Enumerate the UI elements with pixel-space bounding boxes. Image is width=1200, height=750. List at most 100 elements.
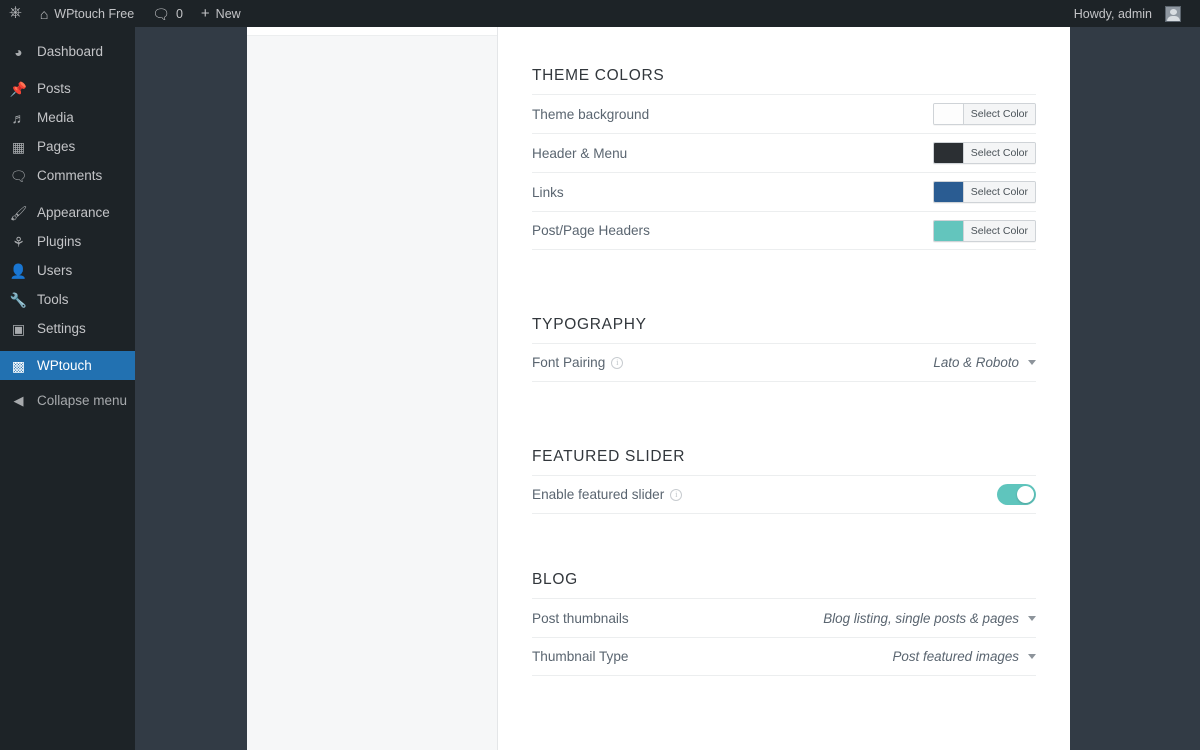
howdy-label: Howdy, admin <box>1073 6 1152 21</box>
select-thumbnail-type[interactable]: Post featured images <box>892 649 1036 664</box>
section-blog: BLOG Post thumbnails Blog listing, singl… <box>532 571 1036 676</box>
work-area: THEME COLORS Theme background Select Col… <box>135 27 1200 750</box>
comments-bubble[interactable]: 🗨 0 <box>143 0 192 27</box>
sidebar-item-appearance[interactable]: 🖌 Appearance <box>0 198 135 227</box>
paintbrush-icon: 🖌 <box>9 204 28 221</box>
section-featured-slider: FEATURED SLIDER Enable featured slider i <box>532 448 1036 514</box>
color-picker-links[interactable]: Select Color <box>932 181 1036 203</box>
user-icon: 👤 <box>9 262 28 279</box>
plus-icon: + <box>200 5 210 22</box>
setting-row-links: Links Select Color <box>532 172 1036 211</box>
setting-label: Links <box>532 184 564 200</box>
sidebar-item-label: Media <box>37 110 74 125</box>
admin-bar-right: Howdy, admin <box>1065 0 1200 27</box>
sidebar-item-label: Users <box>37 263 73 278</box>
site-name-menu[interactable]: ⌂ WPtouch Free <box>31 0 143 27</box>
setting-label: Font Pairing <box>532 355 606 370</box>
section-rows: Theme background Select Color Header & M… <box>532 94 1036 250</box>
sidebar-item-label: Plugins <box>37 234 82 249</box>
setting-label-wrap: Enable featured slider i <box>532 487 683 502</box>
color-picker-header-menu[interactable]: Select Color <box>932 142 1036 164</box>
color-swatch <box>933 143 964 163</box>
sidebar-item-tools[interactable]: 🔧 Tools <box>0 285 135 314</box>
sidebar-item-pages[interactable]: ▦ Pages <box>0 132 135 161</box>
setting-row-theme-background: Theme background Select Color <box>532 94 1036 133</box>
sidebar-item-label: Tools <box>37 292 69 307</box>
comment-bubble-icon: 🗨 <box>9 167 28 184</box>
setting-label: Theme background <box>532 106 650 122</box>
setting-label: Thumbnail Type <box>532 649 629 664</box>
select-color-button[interactable]: Select Color <box>963 182 1035 202</box>
select-value: Blog listing, single posts & pages <box>823 610 1019 626</box>
sidebar-item-plugins[interactable]: ⚘ Plugins <box>0 227 135 256</box>
sidebar-item-label: Posts <box>37 81 71 96</box>
select-color-button[interactable]: Select Color <box>963 104 1035 124</box>
my-account-menu[interactable]: Howdy, admin <box>1065 0 1190 27</box>
color-picker-post-page-headers[interactable]: Select Color <box>932 219 1036 242</box>
select-value: Post featured images <box>892 649 1019 664</box>
sidebar-item-dashboard[interactable]: ◕ Dashboard <box>0 37 135 66</box>
section-title: FEATURED SLIDER <box>532 448 686 465</box>
sidebar-item-comments[interactable]: 🗨 Comments <box>0 161 135 190</box>
select-value: Lato & Roboto <box>933 355 1019 370</box>
color-swatch <box>933 220 964 241</box>
sidebar-item-label: Dashboard <box>37 44 104 59</box>
chevron-down-icon <box>1028 360 1036 365</box>
home-icon: ⌂ <box>39 5 49 22</box>
sidebar-item-posts[interactable]: 📌 Posts <box>0 74 135 103</box>
sidebar-item-wptouch[interactable]: ▩ WPtouch <box>0 351 143 380</box>
setting-label: Post thumbnails <box>532 610 629 626</box>
section-rows: Font Pairing i Lato & Roboto <box>532 343 1036 382</box>
chevron-down-icon <box>1028 654 1036 659</box>
sidebar-item-label: WPtouch <box>37 358 92 373</box>
sidebar-item-label: Settings <box>37 321 86 336</box>
admin-bar: ⎈ ⌂ WPtouch Free 🗨 0 + New Howdy, admin <box>0 0 1200 27</box>
wrench-icon: 🔧 <box>9 291 28 308</box>
info-icon[interactable]: i <box>670 488 683 501</box>
new-label: New <box>215 6 241 21</box>
color-swatch <box>933 104 964 124</box>
settings-nav-panel-header <box>247 27 497 36</box>
new-content-menu[interactable]: + New <box>192 0 250 27</box>
wordpress-admin-screen: ⎈ ⌂ WPtouch Free 🗨 0 + New Howdy, admin … <box>0 0 1200 750</box>
sidebar-item-media[interactable]: ♬ Media <box>0 103 135 132</box>
user-avatar-icon <box>1165 5 1181 22</box>
info-icon[interactable]: i <box>611 356 624 369</box>
site-name-label: WPtouch Free <box>54 6 135 21</box>
toggle-knob <box>1017 486 1034 503</box>
setting-row-enable-featured-slider: Enable featured slider i <box>532 475 1036 514</box>
chevron-down-icon <box>1028 615 1036 621</box>
wp-logo-menu[interactable]: ⎈ <box>0 0 31 27</box>
dashboard-icon: ◕ <box>14 43 23 60</box>
sidebar-item-label: Comments <box>37 168 103 183</box>
setting-label: Header & Menu <box>532 145 628 161</box>
setting-row-post-thumbnails: Post thumbnails Blog listing, single pos… <box>532 598 1036 637</box>
setting-label-wrap: Font Pairing i <box>532 355 624 370</box>
section-title: BLOG <box>532 571 578 588</box>
section-theme-colors: THEME COLORS Theme background Select Col… <box>532 67 1036 250</box>
settings-content-panel: THEME COLORS Theme background Select Col… <box>498 27 1070 750</box>
pin-icon: 📌 <box>9 80 28 97</box>
select-color-button[interactable]: Select Color <box>963 220 1035 241</box>
select-color-button[interactable]: Select Color <box>963 143 1035 163</box>
setting-row-thumbnail-type: Thumbnail Type Post featured images <box>532 637 1036 676</box>
sidebar-item-settings[interactable]: ▣ Settings <box>0 314 135 343</box>
setting-label: Post/Page Headers <box>532 223 650 238</box>
color-picker-theme-background[interactable]: Select Color <box>932 103 1036 125</box>
comment-bubble-icon: 🗨 <box>152 5 170 22</box>
select-post-thumbnails[interactable]: Blog listing, single posts & pages <box>823 611 1036 626</box>
admin-sidebar: ◕ Dashboard 📌 Posts ♬ Media ▦ Pages 🗨 Co… <box>0 27 143 750</box>
sidebar-item-label: Pages <box>37 139 76 154</box>
toggle-enable-featured-slider[interactable] <box>997 484 1036 505</box>
collapse-menu-label: Collapse menu <box>37 393 128 408</box>
color-swatch <box>933 182 964 202</box>
settings-nav-panel <box>247 27 498 750</box>
page-icon: ▦ <box>11 138 26 155</box>
settings-sliders-icon: ▣ <box>11 320 26 337</box>
section-rows: Enable featured slider i <box>532 475 1036 514</box>
collapse-menu-button[interactable]: ◀ Collapse menu <box>0 386 135 415</box>
wptouch-icon: ▩ <box>11 357 26 374</box>
sidebar-item-users[interactable]: 👤 Users <box>0 256 135 285</box>
select-font-pairing[interactable]: Lato & Roboto <box>933 355 1036 370</box>
section-title: THEME COLORS <box>532 67 665 84</box>
